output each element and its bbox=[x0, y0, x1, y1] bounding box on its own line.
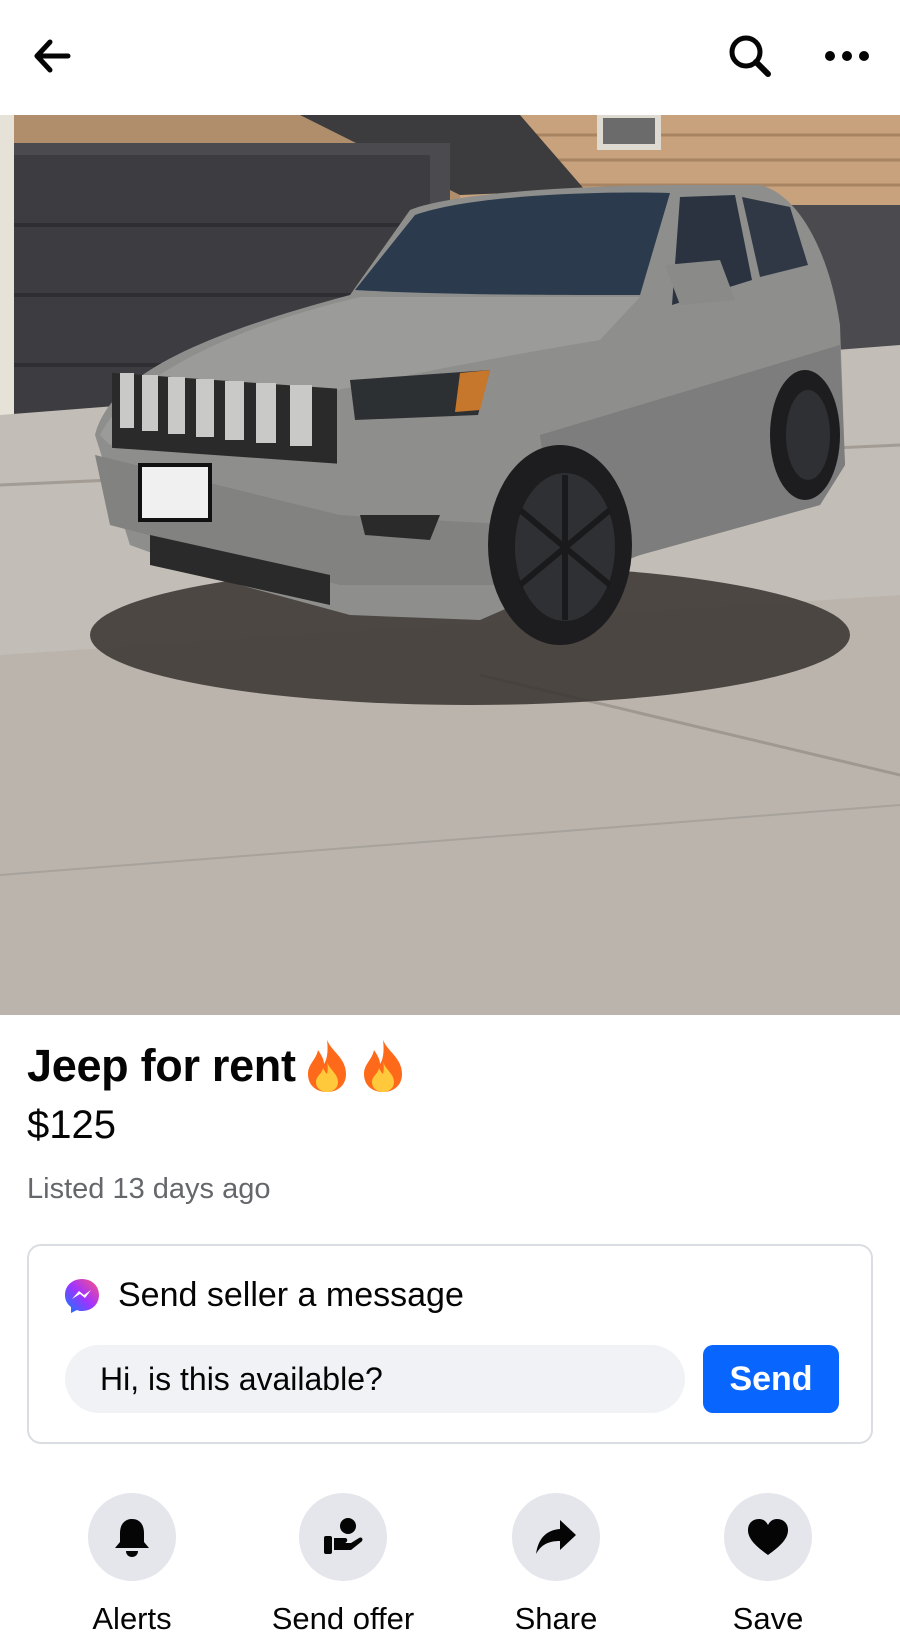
share-icon-circle[interactable] bbox=[512, 1493, 600, 1581]
fire-icon bbox=[307, 1040, 346, 1092]
share-arrow-icon bbox=[536, 1520, 576, 1554]
alerts-button[interactable]: Alerts bbox=[32, 1493, 232, 1637]
fire-icon bbox=[363, 1040, 402, 1092]
listing-photo[interactable] bbox=[0, 115, 900, 1015]
message-header-label: Send seller a message bbox=[118, 1276, 464, 1314]
search-button[interactable] bbox=[720, 26, 780, 86]
send-offer-label: Send offer bbox=[271, 1601, 415, 1636]
message-seller-card: Send seller a message Hi, is this availa… bbox=[27, 1244, 873, 1444]
save-button[interactable]: Save bbox=[668, 1493, 868, 1637]
alerts-label: Alerts bbox=[92, 1601, 172, 1636]
send-offer-button[interactable]: Send offer bbox=[243, 1493, 443, 1637]
send-offer-icon-circle[interactable] bbox=[299, 1493, 387, 1581]
top-bar bbox=[0, 0, 900, 115]
share-button[interactable]: Share bbox=[456, 1493, 656, 1637]
share-label: Share bbox=[514, 1601, 598, 1636]
offer-hand-icon bbox=[324, 1518, 363, 1554]
heart-icon bbox=[748, 1519, 788, 1555]
action-bar: Alerts Send offer Share Save bbox=[0, 1493, 900, 1643]
back-button[interactable] bbox=[22, 26, 82, 86]
search-icon bbox=[729, 35, 771, 77]
messenger-icon bbox=[65, 1278, 99, 1313]
alerts-icon-circle[interactable] bbox=[88, 1493, 176, 1581]
send-button[interactable]: Send bbox=[703, 1345, 839, 1413]
listing-details: Jeep for rent $125 Listed 13 days ago Se… bbox=[0, 1015, 900, 1643]
more-options-button[interactable] bbox=[817, 26, 877, 86]
arrow-left-icon bbox=[34, 39, 71, 73]
message-header: Send seller a message bbox=[63, 1276, 464, 1315]
listed-time: Listed 13 days ago bbox=[27, 1173, 271, 1205]
more-horizontal-icon bbox=[825, 51, 869, 61]
listing-title: Jeep for rent bbox=[27, 1040, 296, 1091]
bell-icon bbox=[115, 1519, 149, 1557]
listing-title-row: Jeep for rent bbox=[27, 1038, 408, 1094]
save-icon-circle[interactable] bbox=[724, 1493, 812, 1581]
vehicle-photo bbox=[0, 115, 900, 1015]
save-label: Save bbox=[732, 1601, 804, 1636]
message-input[interactable]: Hi, is this available? bbox=[65, 1345, 685, 1413]
listing-price: $125 bbox=[27, 1103, 116, 1147]
